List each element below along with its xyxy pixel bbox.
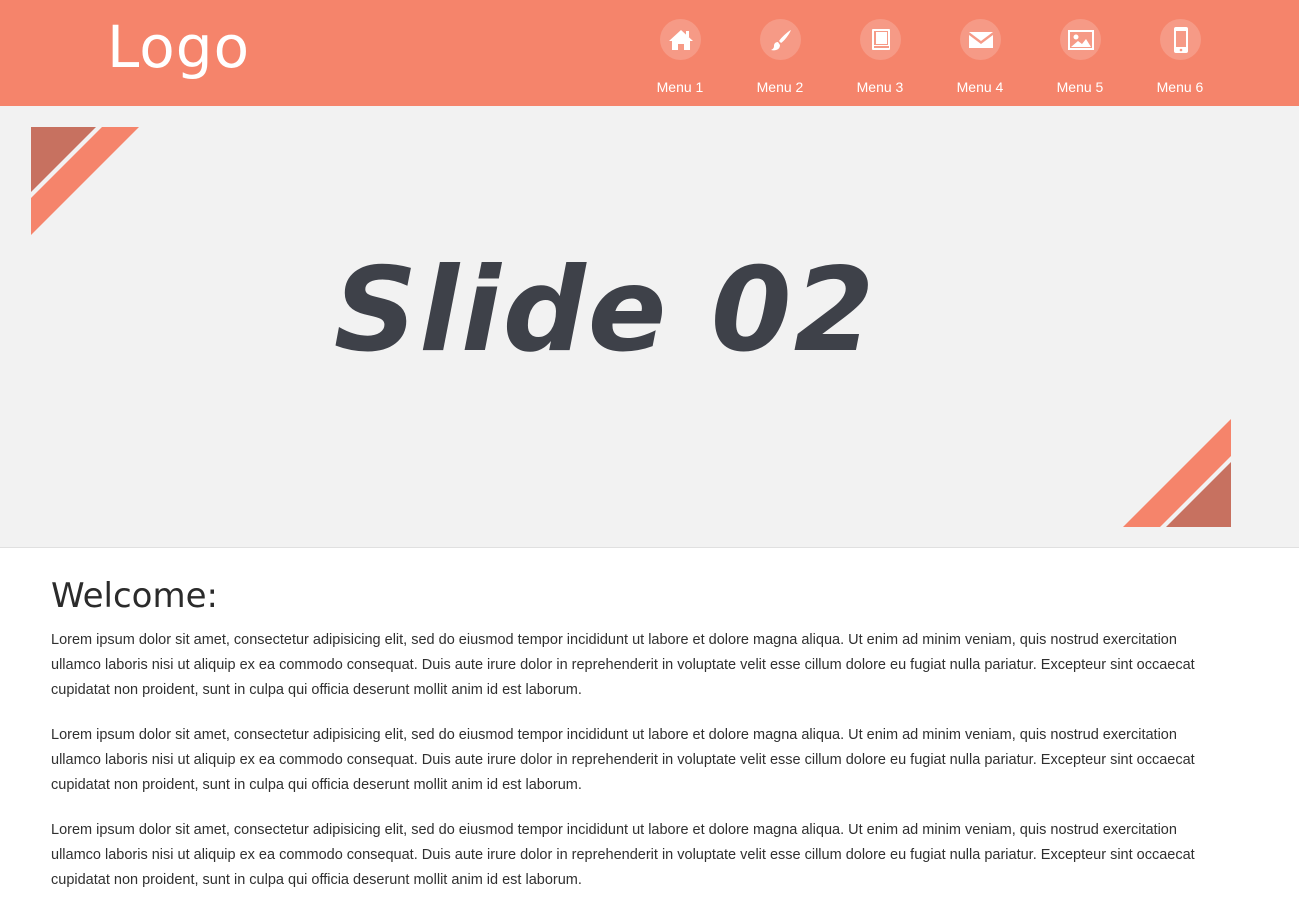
content-paragraph: Lorem ipsum dolor sit amet, consectetur … xyxy=(51,632,1195,698)
content-paragraph: Lorem ipsum dolor sit amet, consectetur … xyxy=(51,727,1195,793)
nav-item-menu-1[interactable]: Menu 1 xyxy=(630,0,730,106)
image-icon xyxy=(1060,19,1101,60)
nav-item-menu-4[interactable]: Menu 4 xyxy=(930,0,1030,106)
welcome-heading: Welcome: xyxy=(51,576,218,616)
nav-label: Menu 4 xyxy=(956,79,1004,95)
nav-item-menu-5[interactable]: Menu 5 xyxy=(1030,0,1130,106)
nav-label: Menu 5 xyxy=(1056,79,1104,95)
main-nav: Menu 1 Menu 2 Menu 3 Menu 4 Menu 5 Menu … xyxy=(630,0,1230,106)
site-header: Logo Menu 1 Menu 2 Menu 3 Menu 4 Menu 5 … xyxy=(0,0,1299,106)
slide-title: Slide 02 xyxy=(333,243,877,378)
nav-label: Menu 2 xyxy=(756,79,804,95)
envelope-icon xyxy=(960,19,1001,60)
mobile-phone-icon xyxy=(1160,19,1201,60)
book-icon xyxy=(860,19,901,60)
nav-label: Menu 1 xyxy=(656,79,704,95)
paintbrush-icon xyxy=(760,19,801,60)
nav-item-menu-2[interactable]: Menu 2 xyxy=(730,0,830,106)
content-paragraph: Lorem ipsum dolor sit amet, consectetur … xyxy=(51,822,1195,888)
site-logo[interactable]: Logo xyxy=(107,14,250,80)
nav-label: Menu 3 xyxy=(856,79,904,95)
nav-item-menu-3[interactable]: Menu 3 xyxy=(830,0,930,106)
hero-slider: Slide 02 xyxy=(0,106,1299,548)
nav-item-menu-6[interactable]: Menu 6 xyxy=(1130,0,1230,106)
corner-ribbon-bottom-right xyxy=(1123,419,1231,527)
home-icon xyxy=(660,19,701,60)
corner-ribbon-top-left xyxy=(31,127,139,235)
main-content: Welcome: Lorem ipsum dolor sit amet, con… xyxy=(51,574,1211,913)
nav-label: Menu 6 xyxy=(1156,79,1204,95)
